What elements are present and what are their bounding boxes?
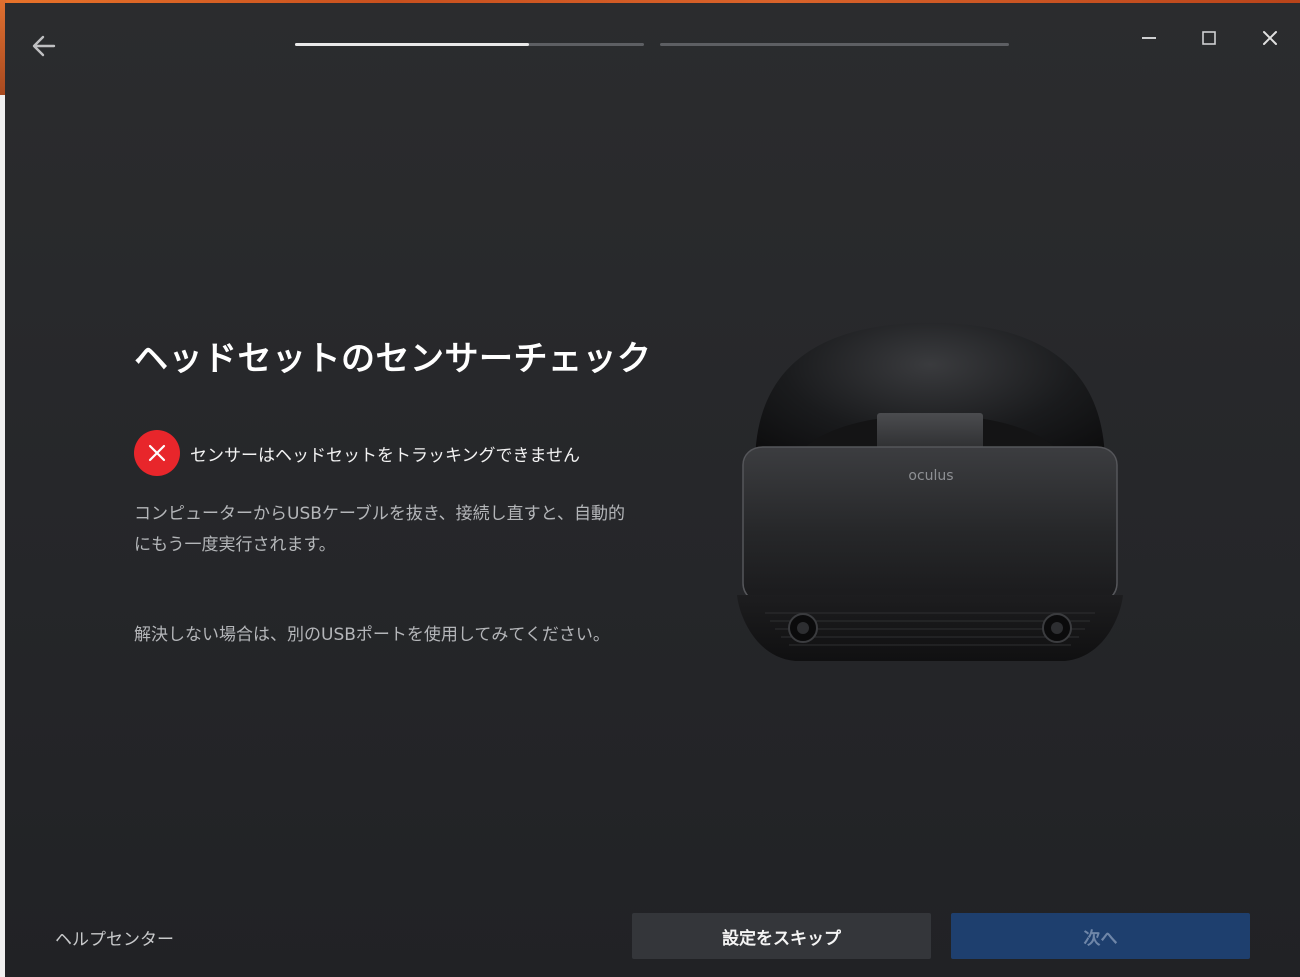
- close-button[interactable]: [1250, 21, 1290, 55]
- hint-text: 解決しない場合は、別のUSBポートを使用してみてください。: [134, 625, 610, 645]
- page-title: ヘッドセットのセンサーチェック: [134, 339, 652, 379]
- setup-window: ヘッドセットのセンサーチェック センサーはヘッドセットをトラッキングできません …: [5, 3, 1300, 977]
- help-center-link[interactable]: ヘルプセンター: [55, 925, 174, 950]
- sensor-status: センサーはヘッドセットをトラッキングできません: [134, 430, 580, 476]
- progress-step-1: [295, 43, 644, 46]
- headset-image: oculus: [737, 323, 1123, 661]
- maximize-button[interactable]: [1189, 21, 1229, 55]
- instruction-text: コンピューターからUSBケーブルを抜き、接続し直すと、自動的にもう一度実行されま…: [134, 504, 626, 555]
- minimize-icon: [1142, 37, 1156, 39]
- arrow-left-icon: [32, 35, 56, 57]
- status-text: センサーはヘッドセットをトラッキングできません: [190, 445, 580, 466]
- progress-step-1-fill: [295, 43, 529, 46]
- minimize-button[interactable]: [1129, 21, 1169, 55]
- next-button[interactable]: 次へ: [951, 913, 1250, 959]
- headset-brand-label: oculus: [908, 468, 953, 484]
- error-x-icon: [134, 430, 180, 476]
- maximize-icon: [1202, 31, 1216, 45]
- close-icon: [1263, 31, 1277, 45]
- skip-setup-button[interactable]: 設定をスキップ: [632, 913, 931, 959]
- progress-step-2: [660, 43, 1009, 46]
- back-button[interactable]: [27, 29, 61, 63]
